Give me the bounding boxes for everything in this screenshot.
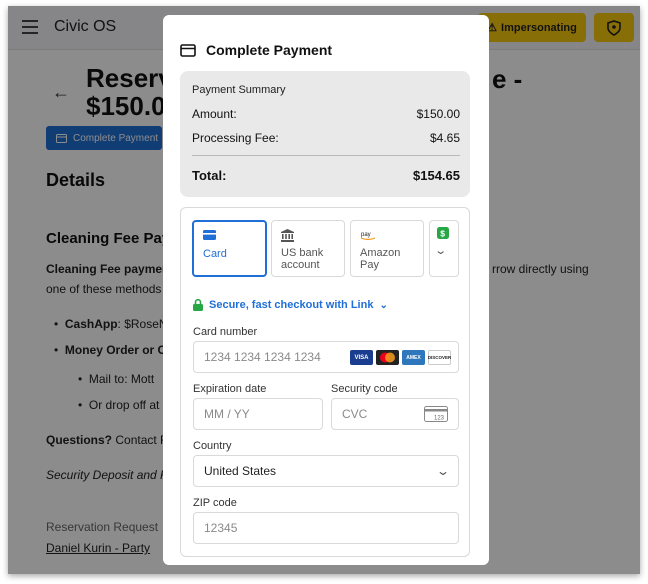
country-label: Country bbox=[193, 440, 232, 452]
tab-us-bank[interactable]: US bank account bbox=[271, 220, 345, 277]
svg-text:pay: pay bbox=[361, 232, 371, 238]
total-row: Total: $154.65 bbox=[192, 168, 460, 183]
chevron-down-icon: ⌄ bbox=[434, 245, 448, 257]
country-select[interactable]: United States ⌄ bbox=[193, 455, 459, 487]
zip-label: ZIP code bbox=[193, 497, 237, 509]
bank-icon bbox=[281, 229, 294, 242]
mastercard-icon bbox=[376, 350, 399, 365]
expiration-input[interactable]: MM / YY bbox=[193, 398, 323, 430]
chevron-down-icon: ⌄ bbox=[435, 464, 451, 478]
visa-icon: VISA bbox=[350, 350, 373, 365]
payment-summary: Payment Summary Amount: $150.00 Processi… bbox=[180, 71, 470, 197]
amazon-pay-icon: pay bbox=[360, 232, 376, 241]
zip-placeholder: 12345 bbox=[204, 521, 238, 535]
browser-frame: Civic OS ⚠ Impersonating ← Reserv $150.0… bbox=[8, 6, 640, 574]
amount-value: $150.00 bbox=[416, 107, 460, 121]
cvc-card-icon: 123 bbox=[424, 406, 448, 422]
card-number-placeholder: 1234 1234 1234 1234 bbox=[204, 350, 321, 364]
lock-icon bbox=[193, 299, 203, 311]
card-number-input[interactable]: 1234 1234 1234 1234 VISA AMEX DISCOVER bbox=[193, 341, 459, 373]
zip-input[interactable]: 12345 bbox=[193, 512, 459, 544]
amex-icon: AMEX bbox=[402, 350, 425, 365]
tab-card-label: Card bbox=[203, 248, 227, 260]
summary-divider bbox=[192, 155, 460, 156]
credit-card-icon bbox=[180, 43, 196, 57]
total-label: Total: bbox=[192, 168, 227, 183]
amount-label: Amount: bbox=[192, 107, 237, 121]
tab-card[interactable]: Card bbox=[192, 220, 267, 277]
svg-text:$: $ bbox=[440, 228, 445, 238]
card-brands: VISA AMEX DISCOVER bbox=[350, 350, 451, 365]
tab-amazon-pay[interactable]: pay Amazon Pay bbox=[350, 220, 424, 277]
security-code-placeholder: CVC bbox=[342, 407, 368, 421]
tab-us-bank-label: US bank account bbox=[281, 247, 324, 271]
chevron-down-icon: ⌄ bbox=[379, 299, 388, 311]
modal-title: Complete Payment bbox=[206, 42, 333, 58]
card-icon bbox=[203, 230, 216, 240]
card-number-label: Card number bbox=[193, 326, 258, 338]
total-value: $154.65 bbox=[413, 168, 460, 183]
svg-text:123: 123 bbox=[434, 416, 445, 422]
link-checkout-label: Secure, fast checkout with Link bbox=[209, 299, 374, 311]
fee-value: $4.65 bbox=[429, 131, 460, 145]
expiration-label: Expiration date bbox=[193, 383, 267, 395]
payment-modal: Complete Payment Payment Summary Amount:… bbox=[163, 15, 489, 565]
tab-more[interactable]: $ ⌄ bbox=[429, 220, 459, 277]
cash-app-icon: $ bbox=[437, 227, 449, 239]
tab-amazon-pay-label: Amazon Pay bbox=[360, 247, 401, 271]
fee-label: Processing Fee: bbox=[192, 131, 279, 145]
discover-icon: DISCOVER bbox=[428, 350, 451, 365]
summary-title: Payment Summary bbox=[192, 84, 286, 96]
modal-header: Complete Payment bbox=[180, 42, 332, 58]
security-code-label: Security code bbox=[331, 383, 398, 395]
country-value: United States bbox=[204, 464, 277, 478]
payment-form: Card US bank account pay Amazon Pay $ ⌄ … bbox=[180, 207, 470, 557]
expiration-placeholder: MM / YY bbox=[204, 407, 250, 421]
fee-row: Processing Fee: $4.65 bbox=[192, 131, 460, 145]
link-checkout[interactable]: Secure, fast checkout with Link ⌄ bbox=[193, 299, 388, 311]
security-code-input[interactable]: CVC 123 bbox=[331, 398, 459, 430]
amount-row: Amount: $150.00 bbox=[192, 107, 460, 121]
